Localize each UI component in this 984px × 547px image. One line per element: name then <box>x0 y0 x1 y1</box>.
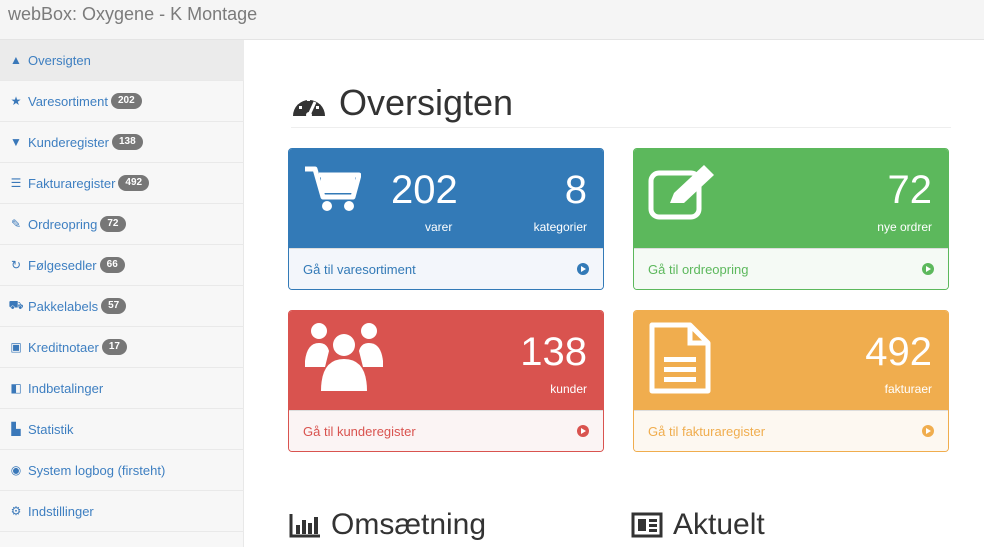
app-title[interactable]: webBox: Oxygene - K Montage <box>8 4 257 25</box>
edit-icon <box>648 165 714 220</box>
orders-count-label: nye ordrer <box>877 220 932 234</box>
sidebar-item-system-log[interactable]: ◉ System logbog (firsteht) <box>0 450 244 491</box>
revenue-heading-text: Omsætning <box>331 508 487 541</box>
products-count: 202 <box>391 168 458 212</box>
products-panel-footer[interactable]: Gå til varesortiment <box>289 248 603 289</box>
count-badge: 138 <box>111 134 143 150</box>
revenue-section-heading: Omsætning <box>289 508 486 542</box>
statistics-icon: ▙ <box>11 422 21 436</box>
recurring-icon: ↻ <box>10 258 22 272</box>
main-content: Oversigten 202 varer 8 kategorier Gå til… <box>245 40 984 547</box>
basket-icon: ▼ <box>10 135 22 149</box>
products-panel: 202 varer 8 kategorier Gå til varesortim… <box>288 148 604 290</box>
orders-count: 72 <box>887 168 933 212</box>
orders-panel-footer[interactable]: Gå til ordreopring <box>634 248 948 289</box>
sidebar: ▲ Oversigten ★ Varesortiment 202 ▼ Kunderegist… <box>0 40 244 547</box>
invoices-count-label: fakturaer <box>884 382 932 396</box>
customers-panel: 138 kunder Gå til kunderegister <box>288 310 604 452</box>
sidebar-item-invoice[interactable]: ☰ Fakturaregister 492 <box>0 163 244 204</box>
credit-note-icon: ▣ <box>10 340 22 354</box>
sidebar-item-edit[interactable]: ✎ Ordreopring 72 <box>0 204 244 245</box>
arrow-circle-right-icon <box>577 425 589 437</box>
sidebar-item-label: Varesortiment <box>28 93 108 109</box>
sidebar-item-label: Oversigten <box>28 52 91 68</box>
sidebar-item-payment[interactable]: ◧ Indbetalinger <box>0 368 244 409</box>
page-header: Oversigten <box>291 78 951 128</box>
sidebar-item-label: Statistik <box>28 421 74 437</box>
categories-count-label: kategorier <box>533 220 587 234</box>
invoice-icon: ☰ <box>10 176 22 190</box>
sidebar-item-dashboard[interactable]: ▲ Oversigten <box>0 40 244 81</box>
settings-icon: ⚙ <box>10 504 22 518</box>
sidebar-item-label: Indbetalinger <box>28 380 104 396</box>
document-icon <box>649 322 711 394</box>
count-badge: 72 <box>100 216 126 232</box>
arrow-circle-right-icon <box>577 263 589 275</box>
page-title: Oversigten <box>339 81 514 123</box>
sidebar-item-label: Fakturaregister <box>28 175 116 191</box>
invoices-panel: 492 fakturaer Gå til fakturaregister <box>633 310 949 452</box>
sidebar-item-settings[interactable]: ⚙ Indstillinger <box>0 491 244 532</box>
news-heading-text: Aktuelt <box>673 508 765 541</box>
shopping-cart-icon <box>305 166 361 211</box>
sidebar-item-recurring[interactable]: ↻ Følgesedler 66 <box>0 245 244 286</box>
bar-chart-icon <box>289 514 320 538</box>
sidebar-item-label: Ordreopring <box>28 216 98 232</box>
orders-panel-heading: 72 nye ordrer <box>634 149 948 248</box>
invoices-panel-heading: 492 fakturaer <box>634 311 948 410</box>
invoices-link[interactable]: Gå til fakturaregister <box>648 424 765 439</box>
count-badge: 202 <box>110 93 142 109</box>
count-badge: 66 <box>99 257 125 273</box>
sidebar-item-credit-note[interactable]: ▣ Kreditnotaer 17 <box>0 327 244 368</box>
dashboard-icon <box>293 97 325 118</box>
top-navbar: webBox: Oxygene - K Montage <box>0 0 984 40</box>
sidebar-item-statistics[interactable]: ▙ Statistik <box>0 409 244 450</box>
count-badge: 17 <box>101 339 127 355</box>
sidebar-item-label: Indstillinger <box>28 503 94 519</box>
invoices-panel-footer[interactable]: Gå til fakturaregister <box>634 410 948 451</box>
arrow-circle-right-icon <box>922 425 934 437</box>
arrow-circle-right-icon <box>922 263 934 275</box>
customers-panel-heading: 138 kunder <box>289 311 603 410</box>
customers-panel-footer[interactable]: Gå til kunderegister <box>289 410 603 451</box>
system-log-icon: ◉ <box>10 463 22 477</box>
star-icon: ★ <box>10 94 22 108</box>
users-icon <box>305 323 383 391</box>
categories-count: 8 <box>564 168 587 212</box>
sidebar-item-delivery[interactable]: ⛟ Pakkelabels 57 <box>0 286 244 327</box>
payment-icon: ◧ <box>10 381 22 395</box>
sidebar-item-basket[interactable]: ▼ Kunderegister 138 <box>0 122 244 163</box>
products-link[interactable]: Gå til varesortiment <box>303 262 416 277</box>
news-section-heading: Aktuelt <box>631 508 765 542</box>
customers-link[interactable]: Gå til kunderegister <box>303 424 416 439</box>
dashboard-icon: ▲ <box>10 53 22 67</box>
sidebar-item-label: Kreditnotaer <box>28 339 99 355</box>
count-badge: 57 <box>101 298 127 314</box>
orders-panel: 72 nye ordrer Gå til ordreopring <box>633 148 949 290</box>
products-panel-heading: 202 varer 8 kategorier <box>289 149 603 248</box>
orders-link[interactable]: Gå til ordreopring <box>648 262 748 277</box>
sidebar-item-label: Følgesedler <box>28 257 97 273</box>
customers-count: 138 <box>520 330 587 374</box>
delivery-icon: ⛟ <box>8 298 24 312</box>
products-count-label: varer <box>425 220 453 234</box>
sidebar-item-star[interactable]: ★ Varesortiment 202 <box>0 81 244 122</box>
count-badge: 492 <box>118 175 150 191</box>
newspaper-icon <box>631 512 663 538</box>
sidebar-item-label: Pakkelabels <box>28 298 99 314</box>
sidebar-item-label: Kunderegister <box>28 134 109 150</box>
customers-count-label: kunder <box>550 382 587 396</box>
sidebar-item-label: System logbog (firsteht) <box>28 462 166 478</box>
invoices-count: 492 <box>865 330 932 374</box>
edit-icon: ✎ <box>10 217 22 231</box>
